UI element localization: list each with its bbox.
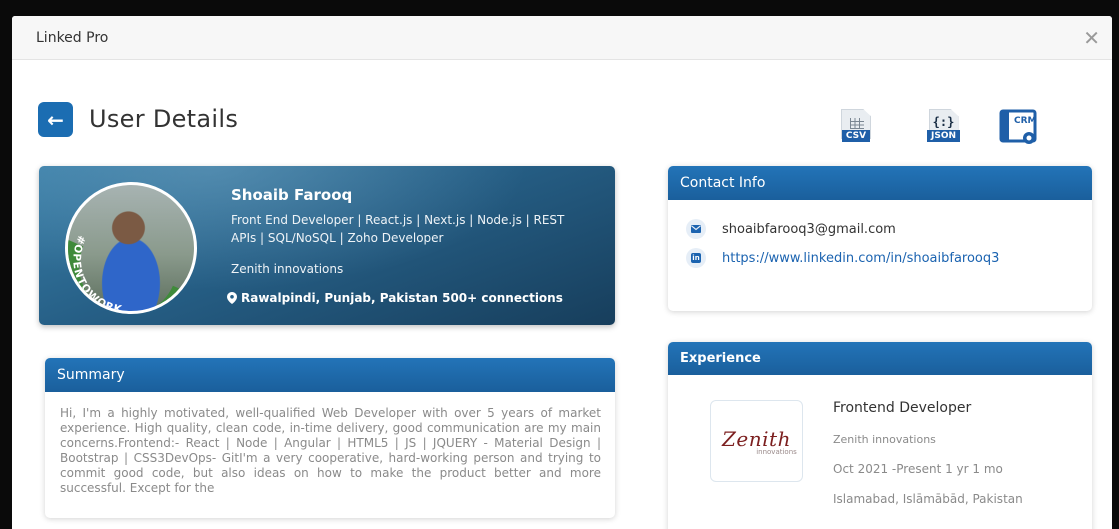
- contact-linkedin-row: in https://www.linkedin.com/in/shoaibfar…: [686, 248, 999, 268]
- summary-heading: Summary: [45, 358, 615, 392]
- json-label: JSON: [927, 130, 961, 142]
- csv-label: CSV: [841, 130, 871, 142]
- email-icon: [686, 219, 706, 239]
- profile-location: Rawalpindi, Punjab, Pakistan 500+ connec…: [227, 291, 563, 305]
- summary-card: Summary Hi, I'm a highly motivated, well…: [45, 358, 615, 518]
- open-to-work-frame: #OPENTOWORK: [68, 233, 193, 311]
- page-title: User Details: [89, 105, 239, 133]
- experience-location: Islamabad, Islāmābād, Pakistan: [833, 492, 1023, 506]
- title-bar: Linked Pro ✕: [12, 16, 1112, 60]
- crm-label: CRM: [1014, 116, 1037, 126]
- close-icon[interactable]: ✕: [1083, 28, 1100, 48]
- contact-linkedin-link[interactable]: https://www.linkedin.com/in/shoaibfarooq…: [722, 251, 999, 266]
- app-title: Linked Pro: [36, 29, 109, 46]
- contact-email[interactable]: shoaibfarooq3@gmail.com: [722, 222, 896, 237]
- summary-text: Hi, I'm a highly motivated, well-qualifi…: [60, 406, 601, 495]
- contact-heading: Contact Info: [668, 166, 1092, 200]
- contact-card: Contact Info shoaibfarooq3@gmail.com in …: [668, 166, 1092, 311]
- avatar: #OPENTOWORK: [65, 182, 197, 314]
- export-json-button[interactable]: {:} JSON: [927, 109, 961, 142]
- experience-heading: Experience: [668, 342, 1092, 375]
- contact-email-row: shoaibfarooq3@gmail.com: [686, 219, 896, 239]
- profile-card: #OPENTOWORK Shoaib Farooq Front End Deve…: [39, 166, 615, 325]
- crm-icon[interactable]: CRM: [999, 109, 1039, 147]
- experience-card: Experience Zenith innovations Frontend D…: [668, 342, 1092, 529]
- linkedin-icon: in: [686, 248, 706, 268]
- profile-headline: Front End Developer | React.js | Next.js…: [231, 213, 565, 245]
- export-csv-button[interactable]: CSV: [841, 109, 871, 142]
- experience-title: Frontend Developer: [833, 400, 972, 416]
- company-logo-sub: innovations: [756, 447, 797, 456]
- profile-company: Zenith innovations: [231, 262, 344, 276]
- experience-company: Zenith innovations: [833, 433, 936, 446]
- experience-dates: Oct 2021 -Present 1 yr 1 mo: [833, 462, 1003, 476]
- company-logo: Zenith innovations: [710, 400, 803, 482]
- profile-name: Shoaib Farooq: [231, 186, 353, 204]
- location-pin-icon: [227, 292, 237, 304]
- app-window: Linked Pro ✕ ← User Details CSV {:} JSON…: [12, 16, 1112, 529]
- back-button[interactable]: ←: [38, 102, 73, 137]
- profile-location-text: Rawalpindi, Punjab, Pakistan 500+ connec…: [241, 291, 563, 305]
